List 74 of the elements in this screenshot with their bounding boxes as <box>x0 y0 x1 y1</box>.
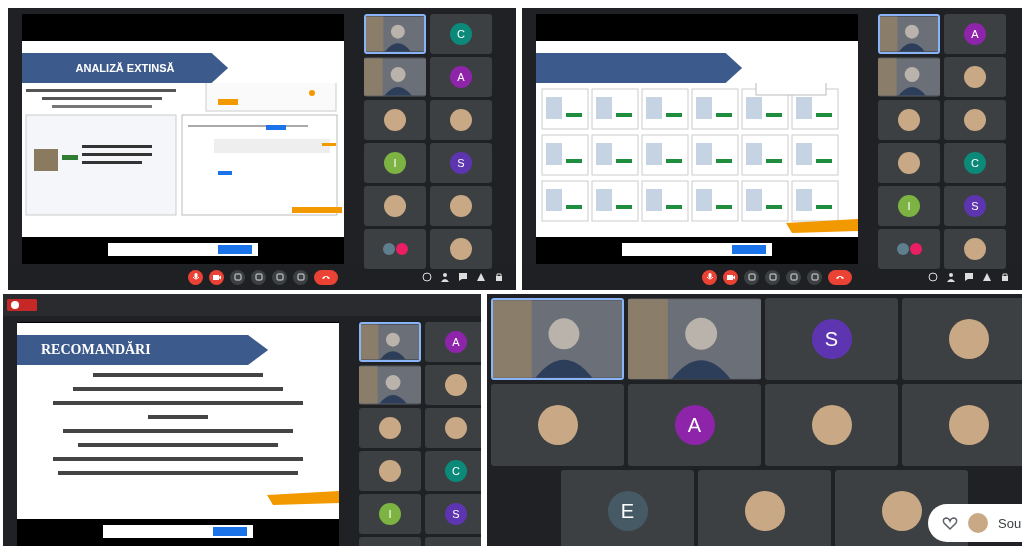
avatar-letter: A <box>450 66 472 88</box>
more-button[interactable] <box>293 269 308 285</box>
microphone-button[interactable] <box>188 269 203 285</box>
avatar-placeholder <box>948 405 989 445</box>
lock-icon[interactable] <box>1000 272 1010 282</box>
camera-icon <box>211 272 222 282</box>
avatar-placeholder <box>898 152 920 174</box>
microphone-button[interactable] <box>702 269 717 285</box>
avatar-placeholder <box>964 66 986 88</box>
microphone-icon <box>704 272 715 282</box>
heart-icon <box>942 515 958 531</box>
hand-button[interactable] <box>251 269 266 285</box>
avatar-letter: A <box>964 23 986 45</box>
slide-title: RECOMANDĂRI <box>17 335 269 365</box>
avatar-placeholder <box>968 513 988 533</box>
present-button[interactable] <box>272 269 287 285</box>
avatar-placeholder <box>881 491 922 531</box>
avatar-placeholder <box>948 319 989 359</box>
avatar-letter: S <box>445 503 467 525</box>
leave-call-button[interactable] <box>314 269 338 285</box>
avatar-placeholder <box>537 405 578 445</box>
info-icon[interactable] <box>928 272 938 282</box>
avatar-placeholder <box>379 460 401 482</box>
captions-button[interactable] <box>230 269 245 285</box>
avatar-letter: A <box>674 405 715 445</box>
camera-button[interactable] <box>723 269 738 285</box>
avatar-letter: A <box>445 331 467 353</box>
info-icon[interactable] <box>422 272 432 282</box>
avatar-dot <box>382 243 395 255</box>
avatar-letter: C <box>450 23 472 45</box>
chat-icon[interactable] <box>458 272 468 282</box>
camera-button[interactable] <box>209 269 224 285</box>
avatar-placeholder <box>450 195 472 217</box>
camera-icon <box>725 272 736 282</box>
avatar-letter: E <box>607 491 648 531</box>
leave-call-button[interactable] <box>828 269 852 285</box>
avatar-placeholder <box>744 491 785 531</box>
avatar-placeholder <box>379 417 401 439</box>
shapes-icon[interactable] <box>982 272 992 282</box>
record-icon <box>7 299 37 311</box>
avatar-placeholder <box>964 109 986 131</box>
avatar-dot <box>909 243 922 255</box>
avatar-letter: S <box>811 319 852 359</box>
avatar-letter: C <box>445 460 467 482</box>
people-icon[interactable] <box>946 272 956 282</box>
slide-title: ANALIZĂ EXTINSĂ <box>22 53 229 83</box>
avatar-placeholder <box>450 109 472 131</box>
reaction-text: Sou <box>998 515 1022 531</box>
avatar-placeholder <box>450 238 472 260</box>
avatar-letter: I <box>379 503 401 525</box>
lock-icon[interactable] <box>494 272 504 282</box>
more-button[interactable] <box>807 269 822 285</box>
avatar-placeholder <box>384 195 406 217</box>
captions-button[interactable] <box>744 269 759 285</box>
avatar-placeholder <box>445 417 467 439</box>
avatar-placeholder <box>384 109 406 131</box>
present-button[interactable] <box>786 269 801 285</box>
hand-button[interactable] <box>765 269 780 285</box>
microphone-icon <box>190 272 201 282</box>
avatar-letter: C <box>964 152 986 174</box>
avatar-placeholder <box>445 374 467 396</box>
avatar-letter: S <box>964 195 986 217</box>
people-icon[interactable] <box>440 272 450 282</box>
avatar-placeholder <box>964 238 986 260</box>
avatar-letter: S <box>450 152 472 174</box>
avatar-dot <box>896 243 909 255</box>
chat-icon[interactable] <box>964 272 974 282</box>
avatar-placeholder <box>898 109 920 131</box>
shapes-icon[interactable] <box>476 272 486 282</box>
avatar-letter: I <box>898 195 920 217</box>
avatar-dot <box>395 243 408 255</box>
avatar-placeholder <box>811 405 852 445</box>
arrow-band <box>267 491 339 505</box>
avatar-letter: I <box>384 152 406 174</box>
